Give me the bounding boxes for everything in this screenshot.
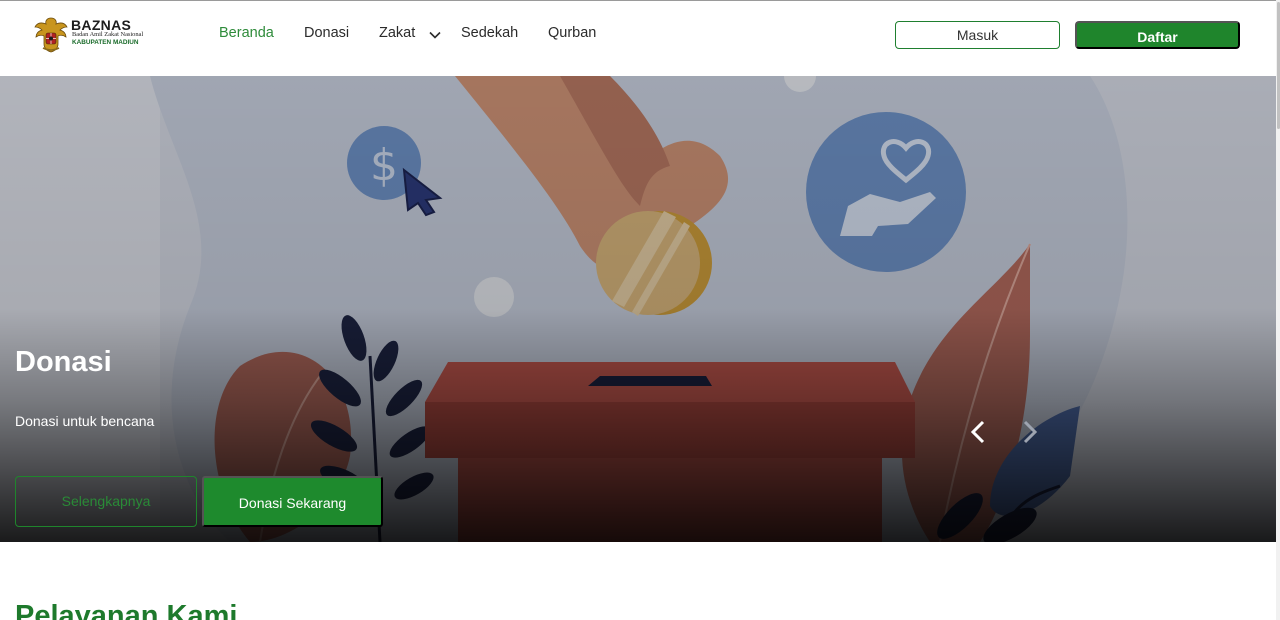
- hero-title: Donasi: [15, 346, 112, 378]
- donate-now-button[interactable]: Donasi Sekarang: [202, 476, 383, 527]
- login-button[interactable]: Masuk: [895, 21, 1060, 49]
- read-more-button[interactable]: Selengkapnya: [15, 476, 197, 527]
- hero-description: Donasi untuk bencana: [15, 413, 155, 429]
- chevron-right-icon[interactable]: [1018, 418, 1040, 446]
- nav-item-donasi[interactable]: Donasi: [304, 25, 349, 41]
- brand-region: KABUPATEN MADIUN: [72, 39, 139, 46]
- nav-item-beranda[interactable]: Beranda: [219, 25, 274, 41]
- section-title: Pelayanan Kami: [15, 600, 238, 620]
- page-scrollbar[interactable]: [1276, 0, 1280, 620]
- garuda-emblem-icon: [34, 17, 68, 53]
- brand-subtitle: Badan Amil Zakat Nasional: [72, 31, 144, 38]
- hero-illustration: $: [0, 76, 1276, 542]
- nav-item-qurban[interactable]: Qurban: [548, 25, 596, 41]
- brand-logo[interactable]: BAZNAS Badan Amil Zakat Nasional KABUPAT…: [33, 14, 158, 56]
- register-button[interactable]: Daftar: [1075, 21, 1240, 49]
- chevron-left-icon[interactable]: [968, 418, 990, 446]
- hero-carousel: $: [0, 76, 1276, 542]
- navbar: BAZNAS Badan Amil Zakat Nasional KABUPAT…: [0, 1, 1276, 76]
- nav-item-zakat[interactable]: Zakat: [379, 25, 415, 41]
- chevron-down-icon[interactable]: [429, 31, 441, 39]
- nav-item-sedekah[interactable]: Sedekah: [461, 25, 518, 41]
